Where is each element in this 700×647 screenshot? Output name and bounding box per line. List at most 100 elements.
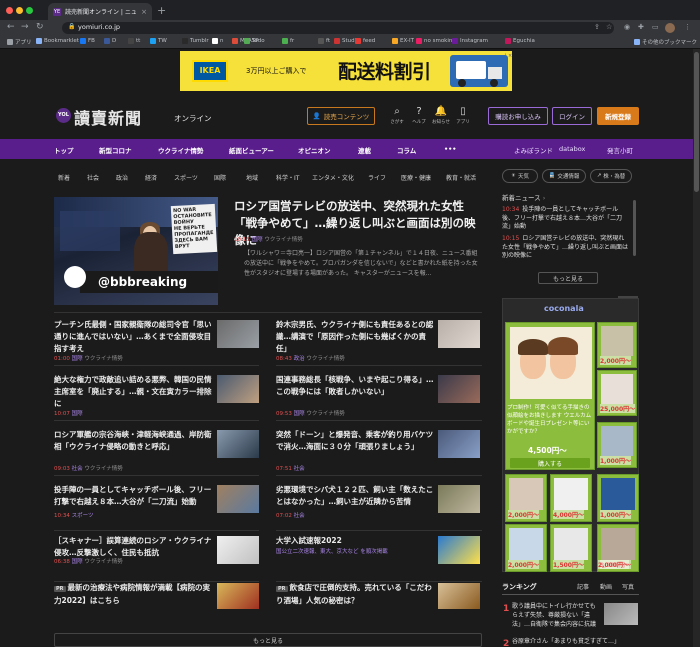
story-thumbnail[interactable]	[438, 430, 480, 458]
ranking-tab[interactable]: 動画	[600, 582, 612, 591]
subnav-item[interactable]: ライフ	[368, 173, 386, 182]
story-category[interactable]: 政治	[294, 356, 305, 362]
story-subtitle[interactable]: 国公立二次速報、東大、京大など を順次掲載	[276, 547, 388, 555]
nav-item[interactable]: •••	[444, 145, 456, 153]
puzzle-icon[interactable]: ✚	[638, 23, 644, 31]
story-title[interactable]: 絶大な権力で政敵追い詰める悪弊、韓国の民情主席室を「廃止する」…親・文在寅カラー…	[54, 374, 212, 410]
site-logo[interactable]: 讀賣新聞	[74, 105, 142, 129]
logo-mark[interactable]: YOL	[56, 108, 71, 123]
bookmark-item[interactable]: feed	[355, 38, 375, 44]
hero-tag[interactable]: ウクライナ情勢	[264, 237, 302, 243]
story-tag[interactable]: ウクライナ情勢	[84, 466, 122, 472]
story-category[interactable]: 国際	[72, 356, 83, 362]
nav-right-item[interactable]: よみぽランド	[514, 145, 553, 155]
story-thumbnail[interactable]	[217, 430, 259, 458]
nav-item[interactable]: コラム	[397, 145, 416, 155]
story-title[interactable]: ロシア軍艦の宗谷海峡・津軽海峡通過、岸防衛相「ウクライナ侵略の動きと呼応」	[54, 429, 212, 453]
nav-item[interactable]: 紙面ビューアー	[229, 145, 274, 155]
bookmark-item[interactable]: ft	[318, 38, 330, 44]
subnav-item[interactable]: 医療・健康	[401, 173, 431, 182]
story-title[interactable]: PR 飲食店で圧倒的支持。売れている「こだわり酒場」人気の秘密は？	[276, 582, 434, 607]
story-category[interactable]: 国際	[72, 411, 83, 417]
subnav-item[interactable]: 政治	[116, 173, 128, 182]
story-category[interactable]: 国際	[72, 559, 83, 565]
story-title[interactable]: 劣悪環境でシバ犬１２２匹、飼い主「数えたことはなかった」…飼い主が近隣から苦情	[276, 484, 434, 508]
coconala-card[interactable]: 25,000円〜	[597, 370, 637, 416]
bookmark-item[interactable]: tt	[128, 38, 140, 44]
story-thumbnail[interactable]	[217, 583, 259, 609]
story-title[interactable]: プーチン氏最側・国家親衛隊の総司令官「思い通りに進んではいない」…あくまで全面侵…	[54, 319, 212, 355]
subnav-item[interactable]: 社会	[87, 173, 99, 182]
bookmark-item[interactable]: アプリ	[7, 38, 32, 46]
ranking-tab[interactable]: 写真	[622, 582, 634, 591]
bookmark-item[interactable]: FB	[80, 38, 95, 44]
story-thumbnail[interactable]	[438, 583, 480, 609]
story-category[interactable]: スポーツ	[72, 513, 94, 519]
bell-icon[interactable]: 🔔 お知らせ	[430, 107, 452, 126]
tab-close-icon[interactable]: ×	[141, 8, 147, 16]
pill-1[interactable]: 🚆 交通情報	[542, 169, 586, 183]
ranking-thumbnail[interactable]	[604, 603, 638, 625]
story-category[interactable]: 社会	[294, 466, 305, 472]
coconala-card[interactable]: 2,000円〜	[597, 322, 637, 368]
bookmark-item[interactable]: fr	[282, 38, 294, 44]
bookmark-other[interactable]: その他のブックマーク	[634, 38, 697, 46]
subnav-item[interactable]: エンタメ・文化	[312, 173, 354, 182]
scroll-thumb[interactable]	[694, 52, 699, 192]
story-tag[interactable]: ウクライナ情勢	[306, 356, 344, 362]
subnav-item[interactable]: スポーツ	[174, 173, 198, 182]
bookmark-item[interactable]: Instagram	[452, 38, 488, 44]
coconala-card[interactable]: 1,000円〜	[597, 474, 639, 522]
story-tag[interactable]: ウクライナ情勢	[84, 559, 122, 565]
nav-item[interactable]: 連載	[358, 145, 371, 155]
subnav-item[interactable]: 教育・就活	[446, 173, 476, 182]
browser-tab[interactable]: YE 読売新聞オンライン | ニュース& ×	[48, 3, 152, 20]
bookmark-item[interactable]: TW	[150, 38, 167, 44]
profile-avatar[interactable]	[665, 23, 675, 33]
story-thumbnail[interactable]	[438, 320, 480, 348]
buy-button[interactable]: 購入する	[510, 458, 590, 468]
story-category[interactable]: 国際	[294, 411, 305, 417]
menu-icon[interactable]: ⋮	[684, 23, 691, 31]
subnav-item[interactable]: 新着	[58, 173, 70, 182]
story-title[interactable]: 投手陣の一員としてキャッチボール後、フリー打撃で右越え８本…大谷が「二刀流」始動	[54, 484, 212, 508]
pill-0[interactable]: ☀ 天気	[502, 169, 538, 183]
maximize-window-icon[interactable]	[26, 7, 33, 14]
story-title[interactable]: 国連事務総長「核戦争、いまや起こり得る」…この戦争には「敗者しかいない」	[276, 374, 434, 398]
story-thumbnail[interactable]	[217, 320, 259, 348]
app-icon[interactable]: ▯ アプリ	[452, 107, 474, 126]
share-icon[interactable]: ⇪	[594, 23, 600, 31]
address-bar[interactable]	[62, 22, 614, 34]
nav-item[interactable]: トップ	[54, 145, 74, 155]
close-window-icon[interactable]	[6, 7, 13, 14]
nav-item[interactable]: 新型コロナ	[99, 145, 132, 155]
bookmark-item[interactable]: Todo	[244, 38, 265, 44]
subnav-item[interactable]: 国際	[214, 173, 226, 182]
story-thumbnail[interactable]	[438, 375, 480, 403]
search-icon[interactable]: ⌕ さがす	[386, 107, 408, 126]
story-title[interactable]: 突然「ドーン」と爆発音、乗客が釣り用バケツで消火…海面に３０分「頑張りましょう」	[276, 429, 434, 453]
login-button[interactable]: ログイン	[552, 107, 592, 125]
story-thumbnail[interactable]	[217, 485, 259, 513]
forward-icon[interactable]: →	[21, 22, 29, 32]
ranking-tab[interactable]: 記事	[577, 582, 589, 591]
subnav-item[interactable]: 科学・IT	[276, 173, 299, 182]
story-title[interactable]: PR 最新の治療法や病院情報が満載【病院の実力2022】はこちら	[54, 582, 212, 607]
latest-news-item[interactable]: 10:15 ロシア国営テレビの放送中、突然現れた女性「戦争やめて」…繰り返し叫ぶと…	[502, 235, 630, 261]
story-thumbnail[interactable]	[438, 485, 480, 513]
coconala-card[interactable]: 1,500円〜	[550, 524, 592, 572]
story-title[interactable]: 鈴木宗男氏、ウクライナ側にも責任あるとの認識…講演で「原因作った側にも幾ばくかの…	[276, 319, 434, 355]
story-tag[interactable]: ウクライナ情勢	[306, 411, 344, 417]
subnav-item[interactable]: 経済	[145, 173, 157, 182]
hero-category[interactable]: 国際	[252, 237, 263, 243]
story-thumbnail[interactable]	[217, 375, 259, 403]
news-scrollbar[interactable]	[633, 200, 636, 256]
more-news-button[interactable]: もっと見る	[54, 633, 482, 647]
bookmark-item[interactable]: no smokin	[416, 38, 452, 44]
nav-item[interactable]: ウクライナ情勢	[158, 145, 203, 155]
ranking-item[interactable]: 歌う議員中にトイレ行かせてもらえず失禁、尊厳損ない「違法」…自衛隊で集会内容に抗…	[512, 602, 598, 629]
story-category[interactable]: 社会	[294, 513, 305, 519]
nav-right-item[interactable]: 発言小町	[607, 145, 633, 155]
story-title[interactable]: ［スキャナー］誤算連続のロシア・ウクライナ侵攻…反撃激しく、住民も抵抗	[54, 535, 212, 559]
back-icon[interactable]: ←	[7, 22, 15, 32]
